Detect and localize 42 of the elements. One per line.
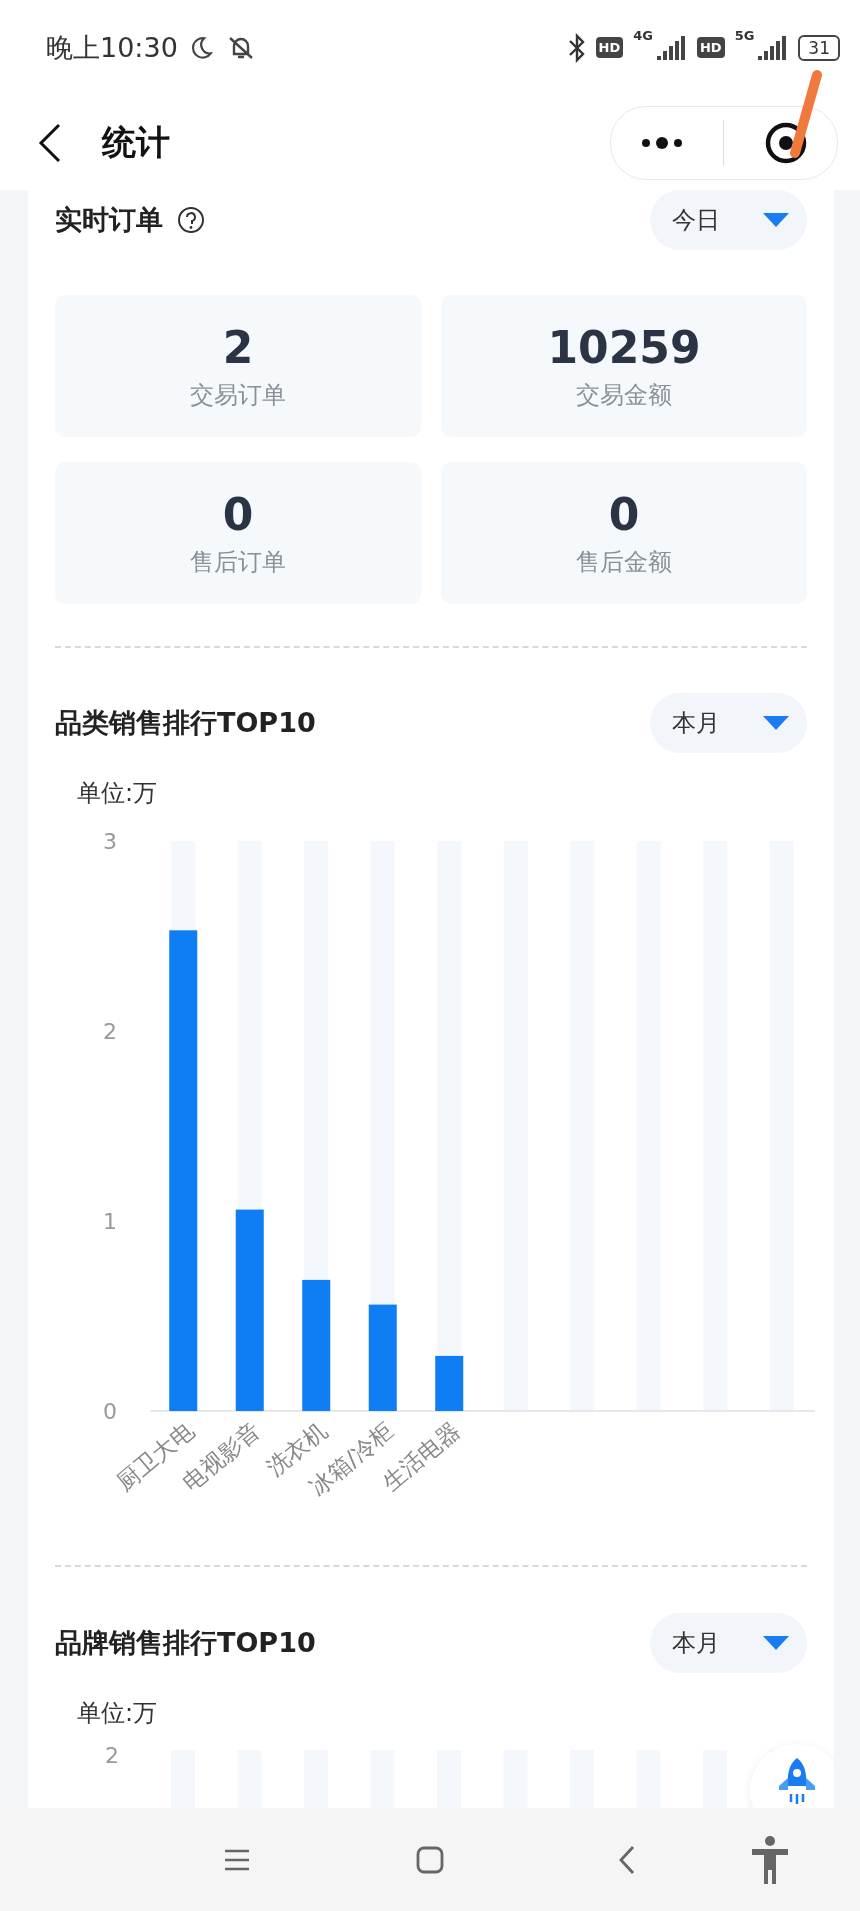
stat-label: 交易金额 [576,379,672,411]
stat-value: 10259 [547,321,701,373]
section-title: 实时订单 [55,203,163,237]
period-dropdown[interactable]: 本月 [650,1613,807,1673]
back-icon[interactable] [38,122,62,163]
caret-icon [763,213,789,227]
help-icon[interactable] [177,206,205,234]
axis-label: 1 [103,1209,117,1234]
home-icon[interactable] [416,1845,444,1874]
battery-level: 31 [798,34,840,61]
network-label: 5G [734,28,755,43]
stat-label: 交易订单 [190,379,286,411]
stat-label: 售后订单 [190,546,286,578]
menu-icon[interactable] [224,1848,250,1871]
more-icon [640,136,683,149]
period-dropdown[interactable]: 今日 [650,190,807,250]
stat-value: 2 [222,321,254,373]
stat-value: 0 [222,488,254,540]
caret-icon [763,716,789,730]
section-title: 品类销售排行TOP10 [55,706,316,740]
axis-label: 2 [105,1743,119,1768]
axis-label: 3 [103,829,117,854]
stat-value: 0 [608,488,640,540]
target-icon [765,121,808,164]
network-label: 4G [633,28,653,43]
status-time: 晚上10:30 [46,30,178,65]
axis-label: 2 [103,1019,117,1044]
section-title: 品牌销售排行TOP10 [55,1626,316,1660]
hd-badge: HD [696,37,725,58]
caret-icon [763,1636,789,1650]
page-title: 统计 [102,120,171,164]
bluetooth-icon [567,32,586,63]
unit-label: 单位:万 [77,1698,158,1729]
signal-icon [656,35,687,60]
bar [435,1355,464,1411]
hd-badge: HD [595,37,624,58]
unit-label: 单位:万 [77,778,158,809]
signal-icon [758,35,789,60]
stat-label: 售后金额 [576,546,672,578]
axis-label: 0 [103,1399,117,1424]
accessibility-icon[interactable] [750,1835,790,1884]
period-dropdown[interactable]: 本月 [650,693,807,753]
